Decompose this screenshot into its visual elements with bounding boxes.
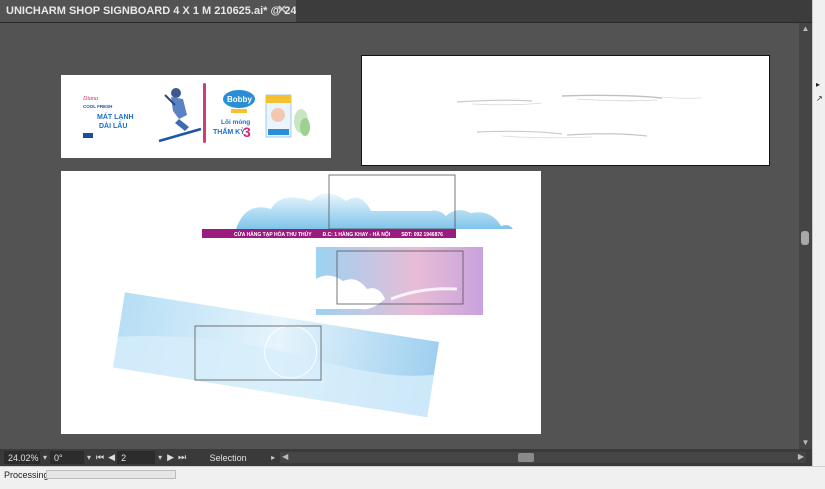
processing-label: Processing (4, 470, 49, 480)
mat-lanh-text: MÁT LẠNH (97, 112, 134, 121)
status-bar: 24.02% ▾ 0° ▾ ⏮ ◀ 2 ▾ ▶ ⏭ Selection ▸ ◀ … (0, 449, 812, 466)
tham-ky-text: THẤM KỲ (213, 126, 245, 136)
processing-progress (46, 470, 176, 479)
document-tab-title: UNICHARM SHOP SIGNBOARD 4 X 1 M 210625.a… (6, 5, 296, 17)
canvas[interactable]: Diana COOL FRESH MÁT LẠNH DÀI LÂU Bobby … (0, 23, 799, 449)
scroll-down-icon[interactable]: ▼ (799, 437, 812, 449)
artboard-3-artwork: CỬA HÀNG TẠP HÓA THU THỦY Đ.C: 1 HÀNG KH… (113, 174, 513, 418)
diaper-pack-image (265, 94, 292, 138)
document-tab[interactable]: UNICHARM SHOP SIGNBOARD 4 X 1 M 210625.a… (0, 0, 296, 22)
cool-fresh-text: COOL FRESH (83, 104, 112, 109)
first-artboard-icon[interactable]: ⏮ (96, 452, 104, 463)
artboard-1-artwork: Diana COOL FRESH MÁT LẠNH DÀI LÂU Bobby … (82, 83, 310, 143)
svg-text:Bobby: Bobby (227, 95, 252, 104)
artboard-3[interactable]: CỬA HÀNG TẠP HÓA THU THỦY Đ.C: 1 HÀNG KH… (61, 171, 541, 434)
panel-arrow-icon[interactable]: ▸ (816, 80, 820, 89)
cloud-band (236, 193, 513, 229)
zoom-value: 24.02% (8, 452, 39, 463)
skier-image (158, 88, 202, 143)
shop-banner-text: CỬA HÀNG TẠP HÓA THU THỦY Đ.C: 1 HÀNG KH… (234, 230, 443, 238)
horizontal-scroll-thumb[interactable] (518, 453, 535, 462)
artboard-dropdown-icon[interactable]: ▾ (158, 453, 162, 462)
accent-stick (203, 83, 206, 143)
artboard-2-artwork (456, 94, 703, 139)
right-panel-strip: ▸ ↗ (812, 0, 825, 466)
vertical-scrollbar[interactable]: ▲ ▼ (799, 23, 812, 449)
badge-number: 3 (243, 124, 251, 140)
rotation-field[interactable]: 0° (50, 451, 85, 464)
pink-cloud-panel (316, 247, 483, 315)
diana-pack-mark (83, 133, 93, 138)
rotation-dropdown-icon[interactable]: ▾ (87, 453, 91, 462)
scroll-up-icon[interactable]: ▲ (799, 23, 812, 35)
processing-bar: Processing (0, 466, 825, 489)
zoom-dropdown-icon[interactable]: ▾ (43, 453, 47, 462)
scroll-right-icon[interactable]: ▶ (798, 452, 804, 461)
zoom-field[interactable]: 24.02% (4, 451, 40, 464)
leaf-decoration (294, 109, 310, 136)
artboard-number-value: 2 (121, 452, 127, 463)
bobby-logo: Bobby (223, 90, 255, 113)
vertical-scroll-thumb[interactable] (801, 231, 809, 245)
next-artboard-icon[interactable]: ▶ (167, 452, 174, 463)
dai-lau-text: DÀI LÂU (99, 121, 127, 130)
artboard-1[interactable]: Diana COOL FRESH MÁT LẠNH DÀI LÂU Bobby … (61, 75, 331, 158)
scroll-left-icon[interactable]: ◀ (282, 452, 288, 461)
rotation-value: 0° (54, 452, 63, 463)
last-artboard-icon[interactable]: ⏭ (178, 452, 186, 463)
close-icon[interactable]: ✕ (276, 4, 288, 16)
document-tab-bar: UNICHARM SHOP SIGNBOARD 4 X 1 M 210625.a… (0, 0, 812, 23)
panel-curve-icon[interactable]: ↗ (816, 94, 823, 103)
artboard-2[interactable] (361, 55, 770, 166)
diana-brand-text: Diana (82, 96, 98, 102)
status-menu-icon[interactable]: ▸ (271, 453, 275, 462)
artboard-number-field[interactable]: 2 (117, 451, 156, 464)
current-tool-label: Selection (209, 452, 247, 463)
horizontal-scrollbar[interactable]: ◀ ▶ (280, 452, 806, 463)
previous-artboard-icon[interactable]: ◀ (108, 452, 115, 463)
